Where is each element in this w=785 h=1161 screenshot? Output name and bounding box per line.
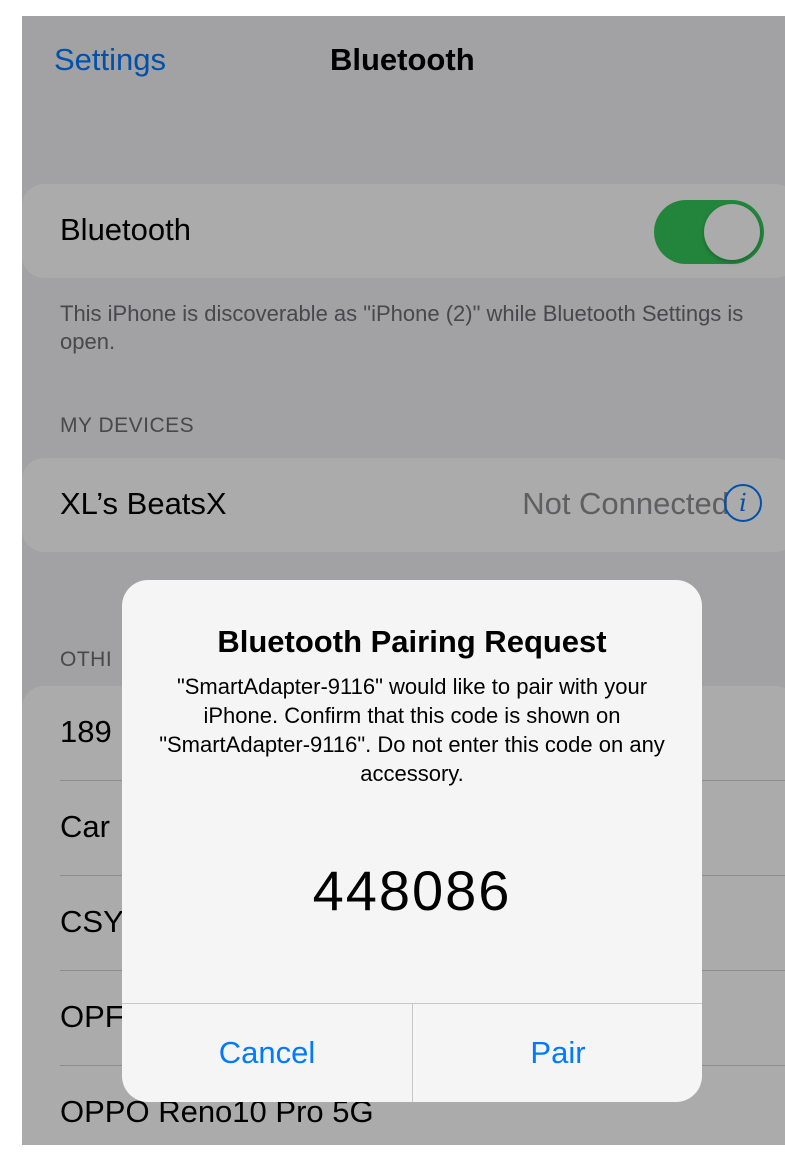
settings-screen: Settings Bluetooth Bluetooth This iPhone… bbox=[22, 16, 785, 1145]
alert-title: Bluetooth Pairing Request bbox=[217, 624, 607, 659]
pair-button[interactable]: Pair bbox=[413, 1004, 702, 1102]
alert-message: "SmartAdapter-9116" would like to pair w… bbox=[159, 674, 665, 786]
cancel-button[interactable]: Cancel bbox=[122, 1004, 412, 1102]
pairing-alert: Bluetooth Pairing Request "SmartAdapter-… bbox=[122, 580, 702, 1102]
pairing-code: 448086 bbox=[312, 859, 512, 922]
